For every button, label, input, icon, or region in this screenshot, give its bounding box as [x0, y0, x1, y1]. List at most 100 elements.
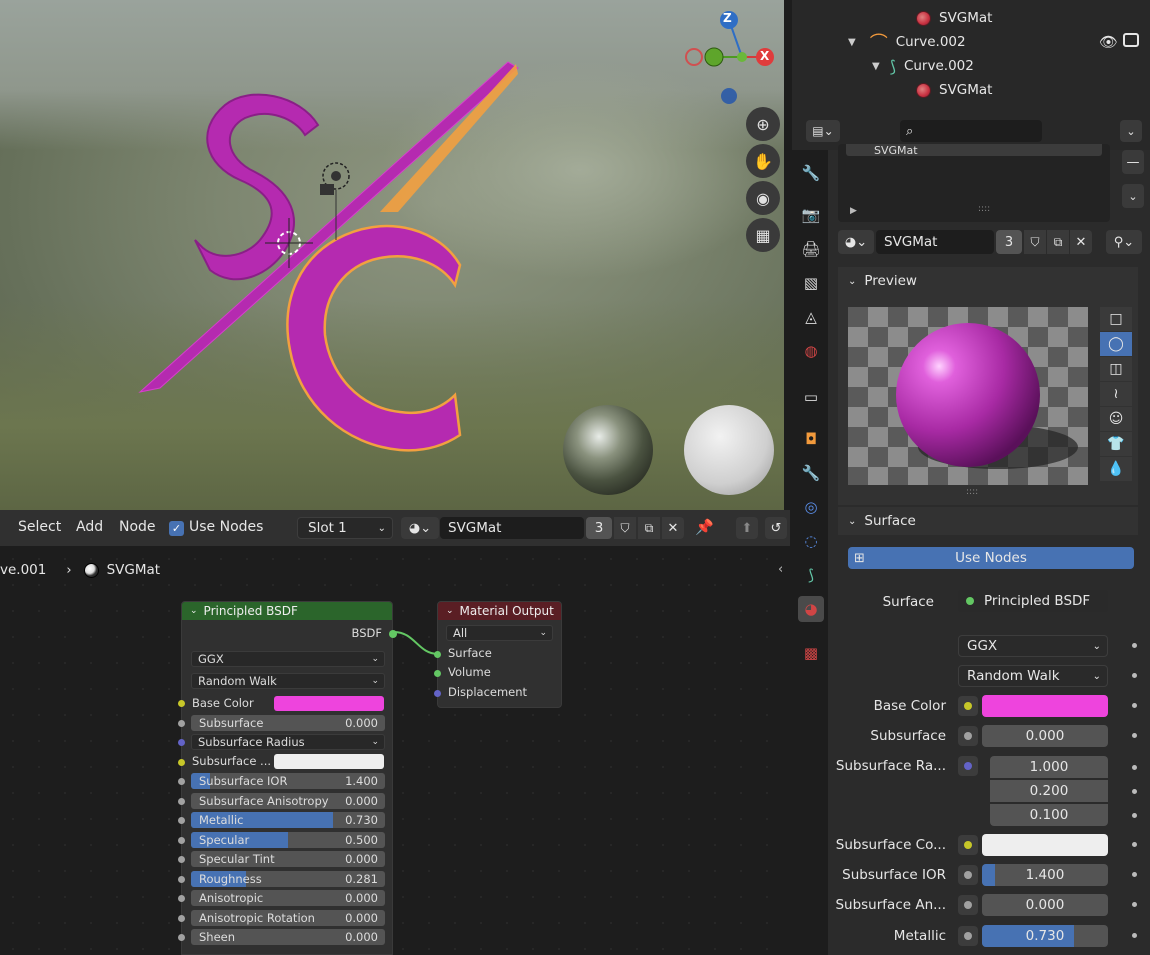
- material-slot-list[interactable]: SVGMat ▶ ::::: [838, 144, 1110, 222]
- input-socket[interactable]: [178, 837, 185, 844]
- subsurface-radius-z[interactable]: 0.100: [990, 804, 1108, 826]
- subsurface-field[interactable]: Subsurface 0.000: [191, 715, 385, 731]
- keyframe-dot[interactable]: [1132, 933, 1137, 938]
- material-users-count[interactable]: 3: [996, 230, 1022, 254]
- object-tab-icon[interactable]: ◘: [798, 426, 824, 452]
- material-browse-icon[interactable]: ◕⌄: [401, 517, 439, 539]
- unlink-close-icon[interactable]: ✕: [662, 517, 684, 539]
- outliner-row[interactable]: ▼ ⌒ Curve.002: [848, 30, 966, 54]
- subsurface-method-dropdown[interactable]: Random Walk ⌄: [958, 665, 1108, 687]
- menu-select[interactable]: Select: [18, 519, 61, 535]
- tool-tab-icon[interactable]: 🔧: [798, 160, 824, 186]
- remove-slot-button[interactable]: —: [1122, 150, 1144, 174]
- keyframe-dot[interactable]: [1132, 842, 1137, 847]
- metallic-field[interactable]: 0.730: [982, 925, 1108, 947]
- menu-node[interactable]: Node: [119, 519, 156, 535]
- menu-add[interactable]: Add: [76, 519, 103, 535]
- particles-tab-icon[interactable]: ◎: [798, 494, 824, 520]
- fake-user-shield-icon[interactable]: ⛉: [614, 517, 636, 539]
- subsurface-ior-field[interactable]: 1.400: [982, 864, 1108, 886]
- keyframe-dot[interactable]: [1132, 872, 1137, 877]
- keyframe-dot[interactable]: [1132, 813, 1137, 818]
- input-socket[interactable]: [178, 720, 185, 727]
- base-color-swatch[interactable]: [982, 695, 1108, 717]
- unlink-close-icon[interactable]: ✕: [1070, 230, 1092, 254]
- parent-node-tree-icon[interactable]: ⬆: [736, 517, 758, 539]
- keyframe-dot[interactable]: [1132, 673, 1137, 678]
- outliner-row[interactable]: ▼ ⟆ Curve.002: [872, 54, 974, 78]
- modifier-tab-icon[interactable]: 🔧: [798, 460, 824, 486]
- camera-render-icon[interactable]: [1123, 33, 1139, 47]
- node-header[interactable]: ⌄ Material Output: [438, 602, 561, 620]
- 3d-viewport[interactable]: Z X ⊕ ✋ ◉ ▦: [0, 0, 790, 510]
- hair-preview-icon[interactable]: ≀: [1100, 382, 1132, 406]
- fake-user-shield-icon[interactable]: ⛉: [1024, 230, 1046, 254]
- keyframe-dot[interactable]: [1132, 765, 1137, 770]
- material-name-field[interactable]: SVGMat: [876, 230, 994, 254]
- disclosure-triangle-icon[interactable]: ▼: [848, 37, 856, 48]
- output-tab-icon[interactable]: 🖨: [798, 236, 824, 262]
- material-tab-icon[interactable]: ◕: [798, 596, 824, 622]
- node-value-field[interactable]: Anisotropic Rotation 0.000: [191, 910, 385, 926]
- subsurface-radius-x[interactable]: 1.000: [990, 756, 1108, 778]
- pin-icon[interactable]: 📌: [695, 518, 714, 536]
- disclosure-triangle-icon[interactable]: ▼: [872, 61, 880, 72]
- socket-link-button[interactable]: [958, 835, 978, 855]
- world-tab-icon[interactable]: ◍: [798, 338, 824, 364]
- material-browse-icon[interactable]: ◕⌄: [838, 230, 874, 254]
- node-value-field[interactable]: Specular Tint 0.000: [191, 851, 385, 867]
- displacement-input-socket[interactable]: [434, 690, 441, 697]
- scene-tab-icon[interactable]: ◬: [798, 304, 824, 330]
- keyframe-dot[interactable]: [1132, 703, 1137, 708]
- collapse-icon[interactable]: ⌄: [190, 606, 198, 616]
- output-target-dropdown[interactable]: All ⌄: [446, 625, 553, 641]
- input-socket[interactable]: [178, 876, 185, 883]
- distribution-dropdown[interactable]: GGX ⌄: [958, 635, 1108, 657]
- input-socket[interactable]: [178, 798, 185, 805]
- keyframe-dot[interactable]: [1132, 733, 1137, 738]
- slot-dropdown[interactable]: Slot 1 ⌄: [297, 517, 393, 539]
- socket-link-button[interactable]: [958, 726, 978, 746]
- physics-tab-icon[interactable]: ◌: [798, 528, 824, 554]
- collection-tab-icon[interactable]: ▭: [798, 384, 824, 410]
- eye-icon[interactable]: 👁: [1099, 33, 1118, 51]
- input-socket[interactable]: [178, 934, 185, 941]
- input-socket[interactable]: [178, 778, 185, 785]
- zoom-icon[interactable]: ⊕: [746, 107, 780, 141]
- flat-preview-icon[interactable]: □: [1100, 307, 1132, 331]
- node-value-field[interactable]: Specular 0.500: [191, 832, 385, 848]
- subsurface-field[interactable]: 0.000: [982, 725, 1108, 747]
- snap-icon[interactable]: ↺: [765, 517, 787, 539]
- node-value-field[interactable]: Anisotropic 0.000: [191, 890, 385, 906]
- search-input[interactable]: ⌕: [900, 120, 1042, 142]
- material-slot-item[interactable]: SVGMat: [846, 144, 1102, 156]
- input-socket[interactable]: [178, 895, 185, 902]
- cloth-preview-icon[interactable]: 👕: [1100, 432, 1132, 456]
- input-socket[interactable]: [178, 739, 185, 746]
- socket-link-button[interactable]: [958, 895, 978, 915]
- material-output-node[interactable]: ⌄ Material Output All ⌄ Surface Volume Di…: [434, 601, 562, 708]
- collapse-icon[interactable]: ⌄: [446, 606, 454, 616]
- duplicate-icon[interactable]: ⧉: [638, 517, 660, 539]
- node-header[interactable]: ⌄ Principled BSDF: [182, 602, 392, 620]
- input-socket[interactable]: [178, 817, 185, 824]
- expand-icon[interactable]: ▶: [850, 206, 857, 216]
- outliner[interactable]: SVGMat ▼ ⌒ Curve.002 👁 ▼ ⟆ Curve.002 SVG…: [792, 0, 1150, 112]
- camera-icon[interactable]: ◉: [746, 181, 780, 215]
- socket-link-button[interactable]: [958, 696, 978, 716]
- editor-type-icon[interactable]: ▤⌄: [806, 120, 840, 142]
- render-tab-icon[interactable]: 📷: [798, 202, 824, 228]
- view-layer-tab-icon[interactable]: ▧: [798, 270, 824, 296]
- base-color-swatch[interactable]: [274, 696, 384, 711]
- subsurface-color-swatch[interactable]: [274, 754, 384, 769]
- subsurface-radius-dropdown[interactable]: Subsurface Radius ⌄: [191, 734, 385, 750]
- node-value-field[interactable]: Subsurface Anisotropy 0.000: [191, 793, 385, 809]
- principled-bsdf-node[interactable]: ⌄ Principled BSDF BSDF GGX ⌄ Random Walk ⌄…: [178, 601, 397, 955]
- volume-input-socket[interactable]: [434, 670, 441, 677]
- socket-link-button[interactable]: [958, 756, 978, 776]
- hand-icon[interactable]: ✋: [746, 144, 780, 178]
- node-value-field[interactable]: Sheen 0.000: [191, 929, 385, 945]
- surface-shader-selector[interactable]: Principled BSDF: [958, 590, 1108, 612]
- preview-panel-header[interactable]: ⌄ Preview: [838, 267, 1138, 295]
- input-socket[interactable]: [178, 856, 185, 863]
